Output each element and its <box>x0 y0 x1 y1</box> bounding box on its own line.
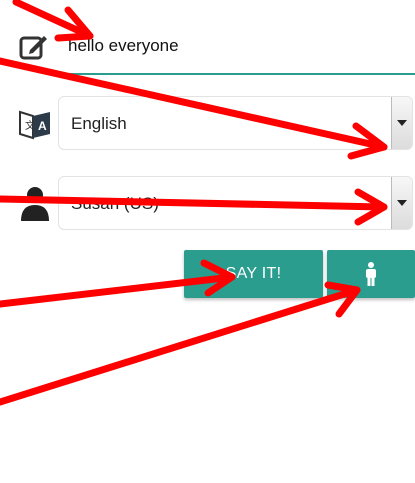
language-select[interactable]: English <box>58 96 413 150</box>
svg-text:A: A <box>38 119 47 133</box>
language-select-value: English <box>71 114 127 133</box>
annotation-arrow <box>0 281 361 406</box>
svg-text:文: 文 <box>25 119 35 132</box>
person-button[interactable] <box>327 250 415 298</box>
say-it-label: SAY IT! <box>225 265 282 282</box>
translate-icon: 文 A <box>16 108 54 142</box>
voice-dropdown-button[interactable] <box>391 177 412 229</box>
person-silhouette-icon <box>20 186 50 222</box>
edit-icon <box>18 30 50 62</box>
standing-person-icon <box>366 262 376 286</box>
voice-select-value: Susan (US) <box>71 194 159 213</box>
chevron-down-icon <box>397 200 407 206</box>
say-it-button[interactable]: SAY IT! <box>184 250 323 298</box>
voice-select[interactable]: Susan (US) <box>58 176 413 230</box>
language-dropdown-button[interactable] <box>391 97 412 149</box>
text-input-underline <box>68 73 415 75</box>
text-input[interactable] <box>68 28 415 64</box>
chevron-down-icon <box>397 120 407 126</box>
